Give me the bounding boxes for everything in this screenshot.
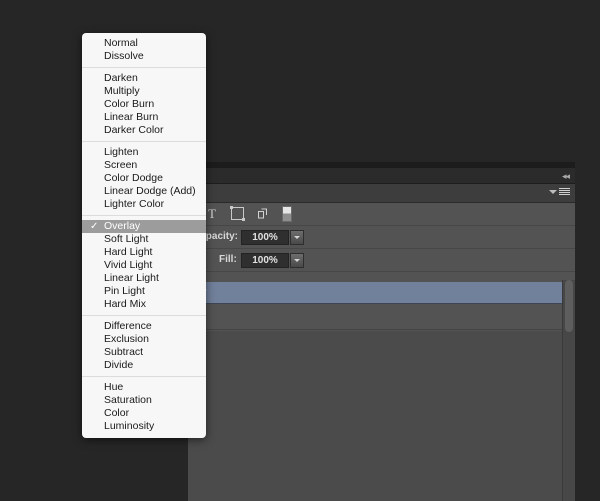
lock-position-icon[interactable] bbox=[255, 206, 269, 221]
check-icon: ✓ bbox=[90, 221, 99, 232]
menu-item-difference[interactable]: Difference bbox=[82, 320, 206, 333]
menu-item-label: Difference bbox=[104, 320, 152, 332]
fill-stepper[interactable] bbox=[290, 253, 304, 268]
fill-label: Fill: bbox=[219, 254, 237, 265]
menu-group: Difference Exclusion Subtract Divide bbox=[82, 320, 206, 372]
collapse-double-arrow-icon[interactable]: ◂◂ bbox=[555, 171, 570, 181]
chevron-down-icon bbox=[549, 189, 557, 194]
fill-input[interactable]: 100% bbox=[241, 253, 289, 268]
lock-icon-group: T bbox=[205, 205, 294, 222]
menu-separator bbox=[82, 141, 206, 142]
menu-item-darken[interactable]: Darken bbox=[82, 72, 206, 85]
table-row[interactable]: py bbox=[188, 282, 575, 304]
menu-item-label: Darken bbox=[104, 72, 138, 84]
menu-item-label: Linear Light bbox=[104, 272, 159, 284]
menu-item-linear-light[interactable]: Linear Light bbox=[82, 272, 206, 285]
menu-item-lighter-color[interactable]: Lighter Color bbox=[82, 198, 206, 211]
menu-item-label: Color bbox=[104, 407, 130, 419]
menu-item-label: Overlay bbox=[104, 220, 141, 232]
menu-item-label: Linear Dodge (Add) bbox=[104, 185, 196, 197]
menu-item-color-burn[interactable]: Color Burn bbox=[82, 98, 206, 111]
menu-item-soft-light[interactable]: Soft Light bbox=[82, 233, 206, 246]
layer-list-empty-area[interactable] bbox=[188, 331, 575, 501]
menu-item-divide[interactable]: Divide bbox=[82, 359, 206, 372]
panel-menu-icon[interactable] bbox=[549, 188, 570, 195]
table-row[interactable] bbox=[188, 305, 575, 330]
fill-row: Fill: 100% bbox=[188, 250, 575, 272]
menu-item-label: Hard Mix bbox=[104, 298, 147, 310]
menu-item-color[interactable]: Color bbox=[82, 407, 206, 420]
scrollbar-thumb[interactable] bbox=[565, 280, 573, 332]
menu-separator bbox=[82, 376, 206, 377]
menu-item-saturation[interactable]: Saturation bbox=[82, 394, 206, 407]
menu-item-hue[interactable]: Hue bbox=[82, 381, 206, 394]
opacity-row: Opacity: 100% bbox=[188, 227, 575, 249]
menu-item-dissolve[interactable]: Dissolve bbox=[82, 50, 206, 63]
menu-item-normal[interactable]: Normal bbox=[82, 37, 206, 50]
menu-group: Darken Multiply Color Burn Linear Burn Darke… bbox=[82, 72, 206, 137]
opacity-value: 100% bbox=[252, 232, 278, 243]
menu-item-screen[interactable]: Screen bbox=[82, 159, 206, 172]
menu-item-label: Divide bbox=[104, 359, 134, 371]
menu-item-label: Subtract bbox=[104, 346, 144, 358]
menu-item-label: Color Dodge bbox=[104, 172, 163, 184]
menu-item-subtract[interactable]: Subtract bbox=[82, 346, 206, 359]
menu-item-label: Linear Burn bbox=[104, 111, 159, 123]
lock-image-pixels-icon[interactable] bbox=[229, 206, 245, 221]
menu-item-label: Pin Light bbox=[104, 285, 145, 297]
menu-item-label: Color Burn bbox=[104, 98, 155, 110]
menu-item-exclusion[interactable]: Exclusion bbox=[82, 333, 206, 346]
blend-mode-menu[interactable]: Normal Dissolve Darken Multiply Color Burn Li… bbox=[82, 33, 206, 438]
menu-item-darker-color[interactable]: Darker Color bbox=[82, 124, 206, 137]
menu-item-label: Multiply bbox=[104, 85, 140, 97]
menu-item-label: Saturation bbox=[104, 394, 152, 406]
menu-item-label: Hard Light bbox=[104, 246, 153, 258]
menu-item-label: Lighten bbox=[104, 146, 139, 158]
panel-dock-bar: ◂◂ bbox=[188, 168, 575, 184]
fill-value: 100% bbox=[252, 255, 278, 266]
layer-lock-row: T bbox=[188, 203, 575, 226]
menu-item-label: Darker Color bbox=[104, 124, 164, 136]
menu-item-label: Screen bbox=[104, 159, 138, 171]
menu-group: ✓ Overlay Soft Light Hard Light Vivid Light L… bbox=[82, 220, 206, 311]
hamburger-icon bbox=[559, 188, 570, 195]
menu-item-overlay[interactable]: ✓ Overlay bbox=[82, 220, 206, 233]
menu-item-linear-dodge-add[interactable]: Linear Dodge (Add) bbox=[82, 185, 206, 198]
screen: ◂◂ T Opacity: 100% Fill: 100% Normal Dis… bbox=[0, 0, 600, 501]
lock-transparent-pixels-icon[interactable]: T bbox=[205, 206, 219, 221]
menu-item-linear-burn[interactable]: Linear Burn bbox=[82, 111, 206, 124]
menu-separator bbox=[82, 67, 206, 68]
menu-item-pin-light[interactable]: Pin Light bbox=[82, 285, 206, 298]
menu-item-hard-light[interactable]: Hard Light bbox=[82, 246, 206, 259]
menu-item-hard-mix[interactable]: Hard Mix bbox=[82, 298, 206, 311]
menu-item-label: Normal bbox=[104, 37, 138, 49]
menu-item-color-dodge[interactable]: Color Dodge bbox=[82, 172, 206, 185]
menu-separator bbox=[82, 315, 206, 316]
menu-item-luminosity[interactable]: Luminosity bbox=[82, 420, 206, 433]
panel-scrollbar[interactable] bbox=[562, 280, 575, 501]
menu-item-label: Soft Light bbox=[104, 233, 149, 245]
menu-group: Normal Dissolve bbox=[82, 37, 206, 63]
menu-group: Hue Saturation Color Luminosity bbox=[82, 381, 206, 433]
menu-item-label: Vivid Light bbox=[104, 259, 153, 271]
menu-group: Lighten Screen Color Dodge Linear Dodge (Ad… bbox=[82, 146, 206, 211]
menu-separator bbox=[82, 215, 206, 216]
menu-item-label: Lighter Color bbox=[104, 198, 165, 210]
menu-item-label: Exclusion bbox=[104, 333, 149, 345]
panel-tab-row bbox=[188, 184, 575, 203]
opacity-stepper[interactable] bbox=[290, 230, 304, 245]
menu-item-label: Hue bbox=[104, 381, 124, 393]
lock-all-icon[interactable] bbox=[280, 205, 294, 222]
menu-item-vivid-light[interactable]: Vivid Light bbox=[82, 259, 206, 272]
opacity-input[interactable]: 100% bbox=[241, 230, 289, 245]
menu-item-lighten[interactable]: Lighten bbox=[82, 146, 206, 159]
layers-panel: ◂◂ T Opacity: 100% Fill: 100% bbox=[188, 162, 575, 501]
menu-item-label: Luminosity bbox=[104, 420, 155, 432]
menu-item-label: Dissolve bbox=[104, 50, 144, 62]
menu-item-multiply[interactable]: Multiply bbox=[82, 85, 206, 98]
